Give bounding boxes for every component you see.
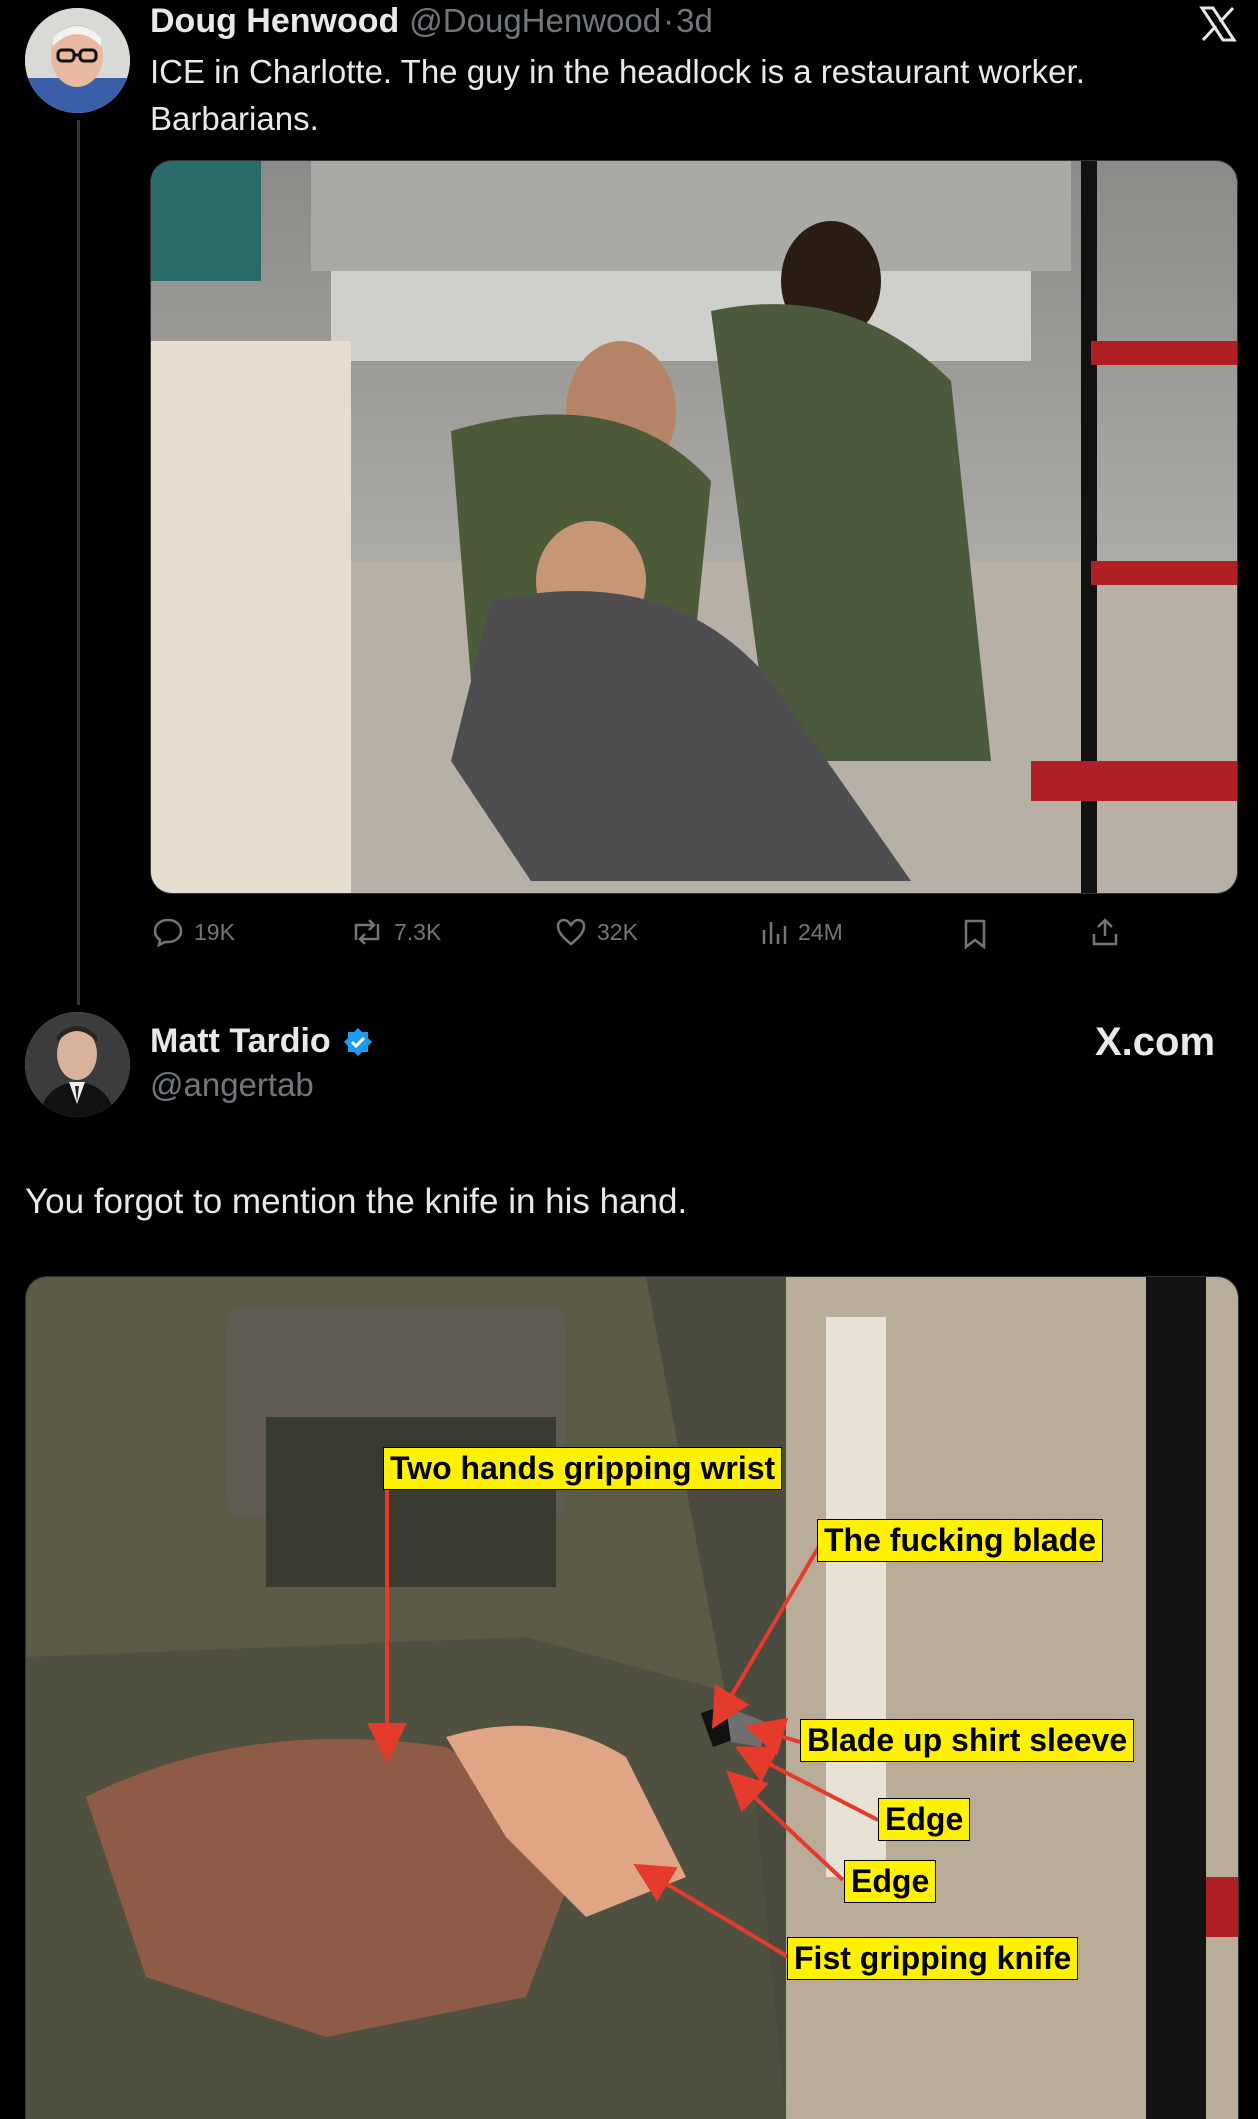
reply-button[interactable]: 19K [152,916,235,948]
tweet1-photo[interactable] [150,160,1238,894]
reply-count: 19K [194,918,235,945]
label-sleeve: Blade up shirt sleeve [800,1719,1135,1762]
label-edge-2: Edge [844,1860,937,1903]
share-icon[interactable] [1090,916,1120,953]
label-edge-1: Edge [878,1798,971,1841]
label-fist: Fist gripping knife [787,1937,1079,1980]
reply-icon [153,918,183,948]
tweet2-author-row: Matt Tardio [150,1022,373,1061]
label-two-hands: Two hands gripping wrist [383,1447,783,1490]
avatar-image [25,1012,130,1117]
bookmark-icon[interactable] [962,918,988,955]
label-blade: The fucking blade [817,1519,1104,1562]
repost-button[interactable]: 7.3K [350,916,441,948]
xcom-badge: X.com [1095,1020,1216,1064]
like-button[interactable]: 32K [555,916,638,948]
author-name[interactable]: Doug Henwood [150,2,399,41]
tweet1-header: Doug Henwood @DougHenwood · 3d [150,2,713,41]
tweet-time[interactable]: 3d [676,2,713,40]
views-icon [762,922,787,944]
tweet1-text: ICE in Charlotte. The guy in the headloc… [150,53,1085,137]
kitchen-arrest-photo [151,161,1237,893]
repost-count: 7.3K [394,918,442,945]
repost-icon [354,919,380,945]
x-logo-icon[interactable] [1198,4,1238,44]
avatar-doug[interactable] [25,8,130,113]
avatar-image [25,8,130,113]
verified-badge-icon [343,1027,372,1056]
like-count: 32K [597,918,638,945]
separator-dot: · [663,2,675,39]
views-button[interactable]: 24M [760,916,843,948]
author-handle[interactable]: @DougHenwood [409,2,661,40]
views-count: 24M [798,918,843,945]
heart-icon [556,918,586,946]
avatar-matt[interactable] [25,1012,130,1117]
author-name[interactable]: Matt Tardio [150,1022,331,1061]
tweet2-text: You forgot to mention the knife in his h… [25,1182,688,1221]
tweet2-annotated-photo[interactable] [25,1276,1239,2119]
author-handle[interactable]: @angertab [150,1066,314,1104]
thread-line [77,120,80,1005]
hands-closeup-photo [26,1277,1238,2119]
